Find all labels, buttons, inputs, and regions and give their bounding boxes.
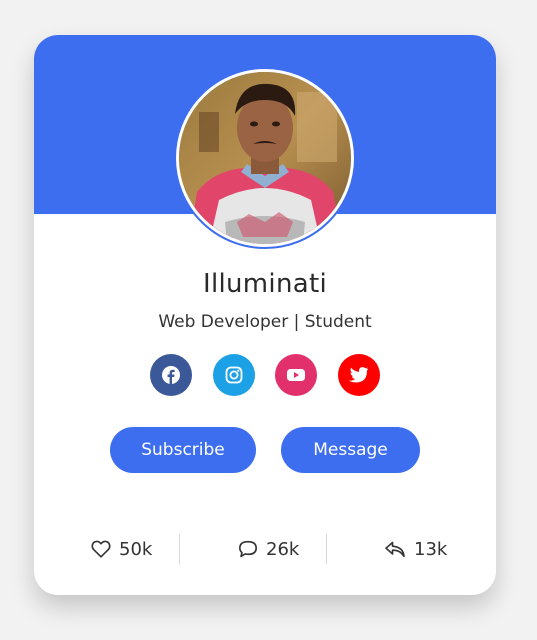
subscribe-button[interactable]: Subscribe <box>110 427 256 473</box>
youtube-button[interactable] <box>275 354 317 396</box>
comments-stat[interactable]: 26k <box>238 534 299 564</box>
avatar[interactable] <box>179 72 351 244</box>
likes-count: 50k <box>119 538 153 560</box>
likes-stat[interactable]: 50k <box>91 534 152 564</box>
stat-divider <box>179 534 180 564</box>
profile-card: Illuminati Web Developer | Student Subsc… <box>34 35 496 595</box>
profile-name: Illuminati <box>203 269 327 299</box>
facebook-icon <box>162 366 180 384</box>
stat-divider <box>326 534 327 564</box>
shares-count: 13k <box>414 538 448 560</box>
message-button[interactable]: Message <box>281 427 420 473</box>
facebook-button[interactable] <box>150 354 192 396</box>
heart-icon <box>91 540 111 558</box>
comment-icon <box>239 540 257 558</box>
avatar-ring <box>174 67 356 249</box>
twitter-icon <box>349 367 369 383</box>
twitter-button[interactable] <box>338 354 380 396</box>
youtube-icon <box>287 369 305 381</box>
reply-icon <box>385 541 405 558</box>
shares-stat[interactable]: 13k <box>384 534 447 564</box>
avatar-photo <box>179 72 351 244</box>
instagram-button[interactable] <box>213 354 255 396</box>
profile-role: Web Developer | Student <box>158 312 372 332</box>
instagram-icon <box>225 366 243 384</box>
comments-count: 26k <box>266 538 300 560</box>
